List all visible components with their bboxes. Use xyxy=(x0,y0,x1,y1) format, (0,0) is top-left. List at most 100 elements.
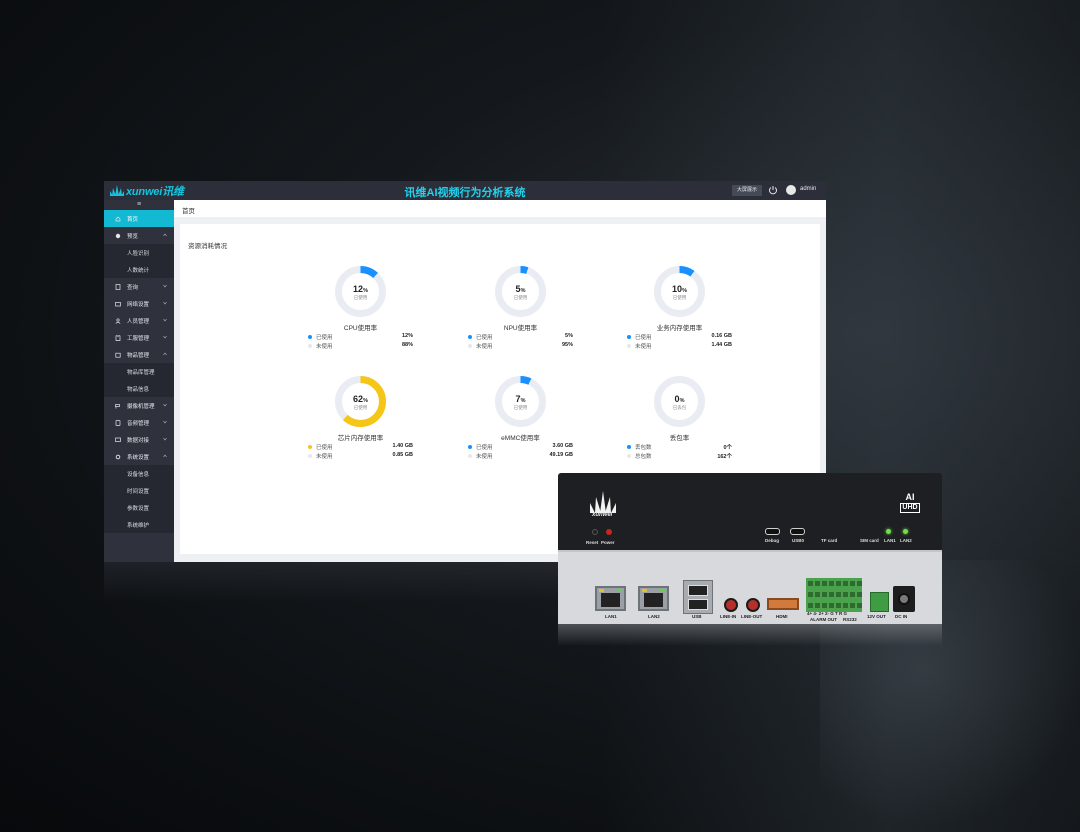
sidebar-item[interactable]: 网络设置 xyxy=(104,295,174,312)
sidebar-item-label: 物品信息 xyxy=(127,386,150,393)
legend-row: 未使用 0.85 GB xyxy=(308,452,413,461)
card-label: 芯片内存使用率 xyxy=(337,435,384,442)
card-label: 丢包率 xyxy=(669,435,690,442)
sidebar-item-label: 人脸识别 xyxy=(127,250,150,257)
legend-value: 3.60 GB xyxy=(552,443,573,449)
card-label: CPU使用率 xyxy=(343,325,378,332)
sidebar-subitem[interactable]: 物品库管理 xyxy=(104,363,174,380)
legend-value: 95% xyxy=(561,342,573,348)
uhd-label: UHD xyxy=(900,503,920,513)
donut-sublabel: 已丢包 xyxy=(673,404,687,411)
line-out-label: LINE-OUT xyxy=(741,614,763,619)
user-name[interactable]: admin xyxy=(800,186,816,192)
breadcrumb[interactable]: 首页 xyxy=(182,205,195,215)
legend-value: 1.44 GB xyxy=(711,342,732,348)
ai-uhd-badge: AI UHD xyxy=(900,492,920,514)
donut-percent: 7% xyxy=(516,394,526,404)
sidebar-item-label: 首页 xyxy=(127,216,139,223)
legend-row: 总包数 162个 xyxy=(627,452,732,461)
dc-in-label: DC IN xyxy=(895,614,908,619)
sidebar-item-label: 时间设置 xyxy=(127,488,150,495)
power-icon[interactable] xyxy=(768,185,778,195)
sidebar-subitem[interactable]: 设备信息 xyxy=(104,465,174,482)
usage-donut: 62%已使用 xyxy=(335,376,386,427)
sidebar-item[interactable]: 系统设置 xyxy=(104,448,174,465)
sidebar-item[interactable]: 工服管理 xyxy=(104,329,174,346)
usage-donut: 10%已使用 xyxy=(654,266,705,317)
sidebar-item[interactable]: 物品管理 xyxy=(104,346,174,363)
sidebar-subitem[interactable]: 系统维护 xyxy=(104,516,174,533)
usage-donut: 0%已丢包 xyxy=(654,376,705,427)
legend-dot-icon xyxy=(308,454,312,458)
sidebar-item[interactable]: 预览 xyxy=(104,227,174,244)
legend-dot-icon xyxy=(468,445,472,449)
chevron-up-icon xyxy=(163,454,167,458)
sidebar-item[interactable]: 人员管理 xyxy=(104,312,174,329)
reset-button[interactable] xyxy=(592,529,598,535)
legend-dot-icon xyxy=(308,344,312,348)
rs232-label: RS232 xyxy=(843,617,857,622)
sidebar-item-label: 查询 xyxy=(127,284,139,291)
device-reflection xyxy=(558,624,942,646)
lan1-front-label: LAN1 xyxy=(884,538,896,543)
big-screen-button[interactable]: 大屏展示 xyxy=(732,185,763,196)
sidebar-subitem[interactable]: 参数设置 xyxy=(104,499,174,516)
legend-name: 未使用 xyxy=(635,344,652,350)
menu-toggle-icon[interactable]: ≡ xyxy=(104,200,174,210)
lan2-port xyxy=(638,586,669,611)
sim-card-label: SIM card xyxy=(860,538,879,543)
section-title: 资源消耗情况 xyxy=(188,243,227,250)
resource-card: 5% 已使用 NPU使用率 已使用 5% 未使用 95% xyxy=(468,264,573,374)
chevron-down-icon xyxy=(163,301,167,305)
lan1-led xyxy=(886,529,891,534)
screen-reflection xyxy=(104,562,558,602)
home-icon xyxy=(115,216,121,221)
sidebar-subitem[interactable]: 人数统计 xyxy=(104,261,174,278)
sidebar-item[interactable]: 数据对接 xyxy=(104,431,174,448)
breadcrumb-bar: 首页 xyxy=(174,200,826,217)
sidebar-item[interactable]: 首页 xyxy=(104,210,174,227)
shirt-icon xyxy=(115,334,121,341)
dc-in-port xyxy=(893,586,915,612)
sidebar-subitem[interactable]: 物品信息 xyxy=(104,380,174,397)
line-in-port xyxy=(724,598,738,612)
sidebar-item[interactable]: 摄像机管理 xyxy=(104,397,174,414)
legend-row: 未使用 95% xyxy=(468,342,573,351)
sidebar-item-label: 物品管理 xyxy=(127,352,150,359)
donut-percent: 5% xyxy=(516,284,526,294)
lan1-port xyxy=(595,586,626,611)
top-bar: xunwei讯维 讯维AI视频行为分析系统 大屏展示 admin xyxy=(104,181,826,200)
legend-dot-icon xyxy=(627,344,631,348)
sidebar-item-label: 摄像机管理 xyxy=(127,403,155,410)
hdmi-label: HDMI xyxy=(776,614,788,619)
sidebar-item-label: 物品库管理 xyxy=(127,369,155,376)
donut-sublabel: 已使用 xyxy=(354,294,368,301)
debug-label: Debug xyxy=(765,538,779,543)
alarm-terminal-block xyxy=(806,578,862,612)
legend-value: 0.85 GB xyxy=(392,452,413,458)
usb0-label: USB0 xyxy=(792,538,805,543)
legend-dot-icon xyxy=(627,335,631,339)
legend-value: 0.16 GB xyxy=(711,333,732,339)
debug-port xyxy=(765,528,780,535)
legend-name: 丢包数 xyxy=(635,445,652,451)
sidebar-item[interactable]: 音频管理 xyxy=(104,414,174,431)
avatar[interactable] xyxy=(786,185,796,195)
legend-value: 5% xyxy=(565,333,573,339)
line-in-label: LINE-IN xyxy=(720,614,737,619)
legend-row: 已使用 0.16 GB xyxy=(627,333,732,342)
sidebar-item-label: 系统维护 xyxy=(127,522,150,529)
resource-card: 7% 已使用 eMMC使用率 已使用 3.60 GB 未使用 49.19 GB xyxy=(468,374,573,484)
legend-name: 已使用 xyxy=(316,335,333,341)
sidebar-item[interactable]: 查询 xyxy=(104,278,174,295)
sidebar-item-label: 设备信息 xyxy=(127,471,150,478)
app-title: 讯维AI视频行为分析系统 xyxy=(404,187,526,199)
donut-sublabel: 已使用 xyxy=(514,404,528,411)
sidebar-subitem[interactable]: 人脸识别 xyxy=(104,244,174,261)
sidebar-subitem[interactable]: 时间设置 xyxy=(104,482,174,499)
ai-label: AI xyxy=(905,492,915,502)
resource-card: 62% 已使用 芯片内存使用率 已使用 1.40 GB 未使用 0.85 GB xyxy=(308,374,413,484)
sidebar: ≡ 首页预览人脸识别人数统计查询网络设置 人员管理 工服管理物品管理物品库管理物品信… xyxy=(104,200,174,562)
chevron-down-icon xyxy=(163,318,167,322)
tf-card-label: TF card xyxy=(821,538,838,543)
